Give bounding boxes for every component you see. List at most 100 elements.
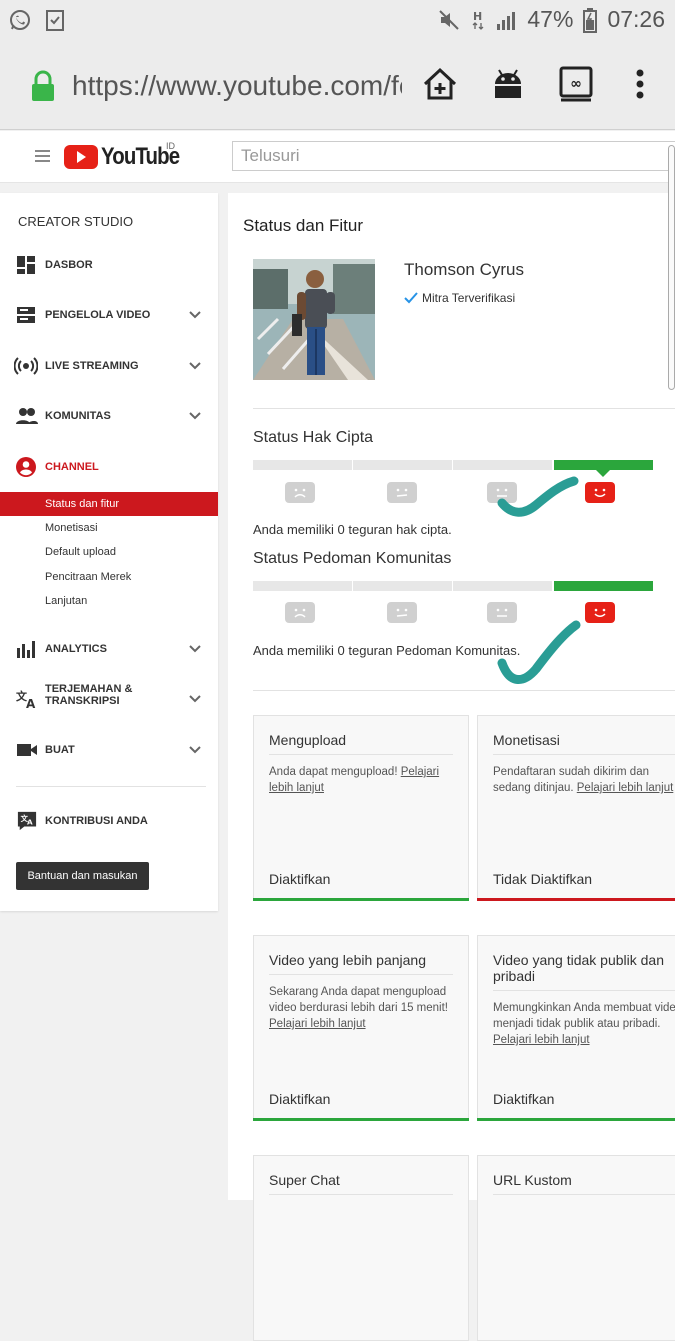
strike-segment (453, 460, 552, 470)
live-icon (14, 357, 38, 375)
mute-icon (439, 9, 460, 30)
sub-item-lanjutan[interactable]: Lanjutan (0, 589, 218, 613)
sub-item-pencitraan-merek[interactable]: Pencitraan Merek (0, 565, 218, 589)
chevron-down-icon[interactable] (188, 359, 202, 373)
lock-icon[interactable] (30, 70, 56, 102)
people-icon (16, 408, 38, 424)
card-status: Diaktifkan (269, 1091, 331, 1107)
page-title: Status dan Fitur (243, 216, 364, 235)
card-body: Sekarang Anda dapat mengupload video ber… (269, 986, 448, 1030)
section-divider (253, 690, 675, 691)
sidebar-item-label: BUAT (45, 743, 75, 756)
happy-face-icon (585, 482, 615, 503)
youtube-play-icon (64, 145, 98, 169)
tab-switcher-button[interactable]: ∞ (556, 64, 596, 104)
strike-segment (353, 581, 452, 591)
card-title: Super Chat (269, 1172, 453, 1195)
svg-text:A: A (27, 818, 33, 827)
svg-text:∞: ∞ (570, 76, 582, 92)
analytics-icon (17, 641, 35, 658)
translate-icon: 文A (16, 689, 36, 709)
translate-bubble-icon: 文A (17, 811, 37, 831)
sidebar-item-label: LIVE STREAMING (45, 359, 139, 372)
whatsapp-icon (10, 10, 30, 30)
neutral-face-icon (387, 482, 417, 503)
strike-segment (253, 460, 352, 470)
strike-segment (353, 460, 452, 470)
copyright-strike-meter (253, 460, 653, 477)
sidebar-item-terjemahan[interactable]: 文A TERJEMAHAN & TRANSKRIPSI (0, 683, 218, 711)
sub-item-default-upload[interactable]: Default upload (0, 540, 218, 564)
channel-name: Thomson Cyrus (404, 260, 524, 279)
android-status-bar: H 47% 07:26 (0, 0, 675, 42)
happy-face-icon (585, 602, 615, 623)
battery-percent: 47% (527, 6, 574, 32)
checkmark-icon (404, 292, 418, 304)
sidebar-item-komunitas[interactable]: KOMUNITAS (0, 404, 218, 428)
search-input[interactable]: Telusuri (232, 141, 675, 171)
add-home-button[interactable] (420, 64, 460, 104)
section-divider (253, 408, 675, 409)
status-bar-disabled (477, 898, 675, 901)
card-title: Monetisasi (493, 732, 675, 755)
chevron-down-icon[interactable] (188, 642, 202, 656)
task-check-icon (46, 10, 64, 31)
creator-studio-sidebar: CREATOR STUDIO DASBOR PENGELOLA VIDEO LI… (0, 193, 218, 911)
copyright-status-text: Anda memiliki 0 teguran hak cipta. (253, 522, 452, 537)
more-vert-icon (636, 69, 644, 99)
region-code: ID (166, 141, 175, 151)
video-manager-icon (17, 307, 35, 323)
clock: 07:26 (607, 6, 665, 32)
chevron-down-icon[interactable] (188, 692, 202, 706)
card-title: Mengupload (269, 732, 453, 755)
youtube-masthead: YouTube ID Telusuri (0, 131, 675, 183)
learn-more-link[interactable]: Pelajari lebih lanjut (269, 1018, 366, 1030)
help-feedback-button[interactable]: Bantuan dan masukan (16, 862, 149, 890)
chevron-down-icon[interactable] (188, 743, 202, 757)
sidebar-item-label: DASBOR (45, 258, 93, 271)
main-content: Status dan Fitur Thomson Cyrus Mitra Ter… (228, 193, 675, 1341)
card-body: Pendaftaran sudah dikirim dan sedang dit… (493, 766, 674, 794)
browser-toolbar: https://www.youtube.com/fe ∞ (0, 42, 675, 130)
hamburger-menu-icon[interactable] (35, 150, 50, 165)
channel-avatar (253, 259, 375, 380)
sidebar-item-channel[interactable]: CHANNEL (0, 455, 218, 479)
sidebar-item-label-line2: TRANSKRIPSI (45, 695, 120, 707)
learn-more-link[interactable]: Pelajari lebih lanjut (577, 782, 674, 794)
signal-icon (497, 11, 516, 30)
sidebar-item-dasbor[interactable]: DASBOR (0, 253, 218, 277)
sidebar-item-pengelola-video[interactable]: PENGELOLA VIDEO (0, 303, 218, 327)
sidebar-item-kontribusi[interactable]: 文A KONTRIBUSI ANDA (0, 809, 218, 833)
community-status-text: Anda memiliki 0 teguran Pedoman Komunita… (253, 643, 521, 658)
more-menu-button[interactable] (620, 64, 660, 104)
current-status-pointer (596, 470, 610, 477)
android-icon (495, 69, 521, 98)
add-home-icon (423, 67, 457, 100)
strike-segment (253, 581, 352, 591)
card-title: URL Kustom (493, 1172, 675, 1195)
sidebar-divider (16, 786, 206, 787)
sidebar-item-label: TERJEMAHAN & (45, 683, 133, 695)
learn-more-link[interactable]: Pelajari lebih lanjut (493, 1034, 590, 1046)
android-button[interactable] (488, 64, 528, 104)
sub-item-status-dan-fitur[interactable]: Status dan fitur (0, 492, 218, 516)
url-text[interactable]: https://www.youtube.com/fe (72, 70, 402, 102)
account-icon (16, 457, 36, 477)
search-suggestions-scrollbar[interactable] (668, 145, 675, 390)
sub-item-monetisasi[interactable]: Monetisasi (0, 516, 218, 540)
community-strike-meter (253, 581, 653, 591)
feature-card-custom-url: URL Kustom (477, 1155, 675, 1341)
status-bar-enabled (253, 898, 469, 901)
sidebar-item-live-streaming[interactable]: LIVE STREAMING (0, 354, 218, 378)
battery-icon (583, 7, 598, 33)
sad-face-icon (285, 482, 315, 503)
chevron-down-icon[interactable] (188, 409, 202, 423)
card-title: Video yang tidak publik dan pribadi (493, 952, 675, 991)
card-title: Video yang lebih panjang (269, 952, 453, 975)
chevron-down-icon[interactable] (188, 308, 202, 322)
feature-card-mengupload: Mengupload Anda dapat mengupload! Pelaja… (253, 715, 469, 901)
sidebar-item-buat[interactable]: BUAT (0, 738, 218, 762)
sidebar-title: CREATOR STUDIO (18, 214, 134, 229)
feature-card-super-chat: Super Chat (253, 1155, 469, 1341)
sidebar-item-analytics[interactable]: ANALYTICS (0, 637, 218, 661)
